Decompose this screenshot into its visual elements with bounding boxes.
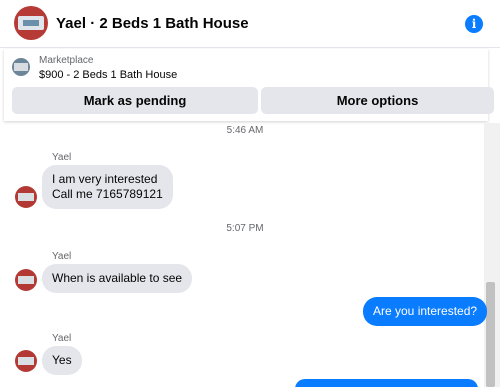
conversation-title[interactable]: Yael · 2 Beds 1 Bath House: [56, 15, 249, 32]
listing-avatar[interactable]: [14, 6, 48, 40]
outgoing-message-bubble-partial[interactable]: [295, 379, 478, 387]
sender-avatar[interactable]: [15, 186, 37, 208]
sender-avatar[interactable]: [15, 350, 37, 372]
incoming-message-bubble[interactable]: I am very interested Call me 7165789121: [42, 165, 173, 209]
message-text: Yes: [52, 353, 72, 367]
conversation-header: Yael · 2 Beds 1 Bath House i: [0, 0, 500, 48]
message-timestamp: 5:46 AM: [226, 125, 264, 136]
sender-name: Yael: [52, 251, 72, 262]
message-text: I am very interested: [52, 172, 158, 186]
sender-avatar[interactable]: [15, 269, 37, 291]
outgoing-message-bubble[interactable]: Are you interested?: [363, 297, 488, 326]
incoming-message-bubble[interactable]: When is available to see: [42, 264, 193, 293]
incoming-message-bubble[interactable]: Yes: [42, 346, 82, 375]
sender-name: Yael: [52, 333, 72, 344]
message-timestamp: 5:07 PM: [226, 223, 264, 234]
listing-title[interactable]: $900 - 2 Beds 1 Bath House: [39, 69, 177, 81]
info-icon[interactable]: i: [465, 15, 483, 33]
more-options-button[interactable]: More options: [261, 87, 494, 114]
sender-name: Yael: [52, 152, 72, 163]
message-text: Call me 7165789121: [52, 187, 163, 201]
listing-thumbnail[interactable]: [12, 58, 30, 76]
marketplace-listing-card: Marketplace $900 - 2 Beds 1 Bath House M…: [4, 49, 494, 121]
mark-as-pending-button[interactable]: Mark as pending: [12, 87, 258, 114]
chat-scrollbar-thumb[interactable]: [486, 282, 495, 387]
message-text: When is available to see: [52, 271, 183, 285]
message-text: Are you interested?: [373, 304, 478, 318]
listing-source-label: Marketplace: [39, 55, 94, 66]
